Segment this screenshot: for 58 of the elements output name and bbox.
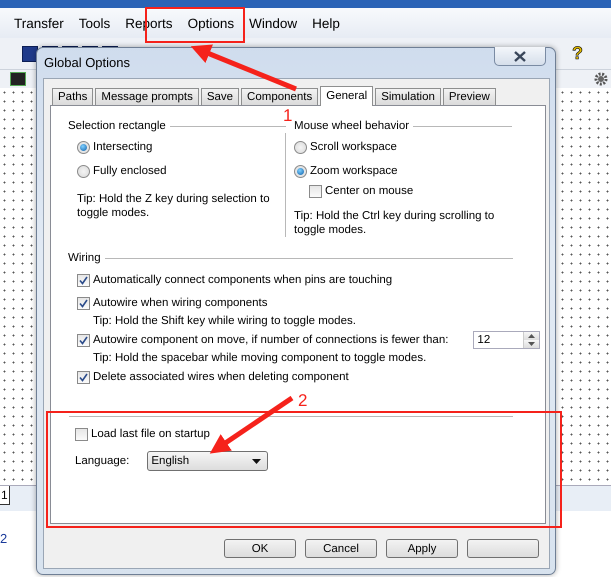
dialog-title: Global Options: [44, 55, 131, 70]
tab[interactable]: Message prompts: [95, 88, 199, 105]
checkbox[interactable]: [75, 428, 88, 440]
radio-label: Fully enclosed: [93, 165, 167, 177]
tab[interactable]: Components: [241, 88, 318, 105]
group-title: Mouse wheel behavior: [294, 120, 410, 132]
close-button[interactable]: [494, 47, 546, 66]
spin-down-icon[interactable]: [524, 340, 540, 348]
tab[interactable]: Preview: [442, 88, 496, 105]
checkbox[interactable]: [309, 184, 322, 198]
tip-text: Tip: Hold the spacebar while moving component to toggle modes.: [92, 351, 428, 365]
gear-icon[interactable]: [594, 72, 608, 86]
caret-icon: [252, 458, 262, 464]
number-spinner[interactable]: 12: [473, 331, 540, 349]
checkbox-label: Autowire component on move, if number of connections is fewer than:: [93, 334, 448, 346]
dialog-button[interactable]: Apply: [386, 539, 458, 558]
radio-button[interactable]: [294, 164, 307, 178]
radio-button[interactable]: [77, 140, 90, 154]
tip-text: Tip: Hold the Shift key while wiring to toggle modes.: [92, 314, 357, 328]
dialog-button[interactable]: [467, 539, 539, 558]
spin-up-icon[interactable]: [524, 332, 540, 340]
group-title: Selection rectangle: [68, 120, 166, 132]
checkbox-label: Autowire when wiring components: [93, 297, 268, 309]
tip-text: Tip: Hold the Z key during selection to toggle modes.: [77, 192, 271, 220]
checkbox-label: Center on mouse: [325, 185, 414, 197]
checkbox[interactable]: [77, 370, 90, 384]
radio-label: Scroll workspace: [310, 141, 397, 153]
dialog-button[interactable]: Cancel: [305, 539, 377, 558]
checkbox-label: Automatically connect components when pins are touching: [93, 274, 392, 286]
tab[interactable]: General: [320, 86, 374, 106]
tip-text: Tip: Hold the Ctrl key during scrolling to toggle modes.: [294, 209, 496, 237]
toolbar-icon[interactable]: [22, 46, 38, 62]
radio-label: Intersecting: [93, 141, 152, 153]
language-dropdown[interactable]: English: [147, 451, 268, 471]
tab[interactable]: Simulation: [375, 88, 441, 105]
menu-item[interactable]: Tools: [78, 14, 110, 32]
checkbox[interactable]: [77, 334, 90, 346]
list-text: 2: [0, 531, 8, 546]
menu-item[interactable]: Options: [188, 14, 234, 32]
dialog-button[interactable]: OK: [224, 539, 296, 558]
menu-item[interactable]: Window: [249, 14, 298, 32]
menu-item[interactable]: Help: [312, 14, 340, 32]
close-icon: [513, 50, 527, 62]
radio-button[interactable]: [294, 140, 307, 154]
group-title: Wiring: [68, 252, 101, 264]
annotation-number: 2: [298, 391, 308, 410]
radio-button[interactable]: [77, 164, 90, 178]
tab[interactable]: Save: [200, 88, 240, 105]
checkbox-label: Delete associated wires when deleting component: [93, 371, 349, 383]
checkbox[interactable]: [77, 274, 90, 286]
checkbox[interactable]: [77, 296, 90, 310]
field-label: Language:: [75, 455, 130, 467]
sheet-tab[interactable]: 1: [0, 486, 10, 505]
tab[interactable]: Paths: [52, 88, 94, 105]
annotation-number: 1: [283, 106, 292, 125]
menu-item[interactable]: Transfer: [14, 14, 64, 32]
checkbox-label: Load last file on startup: [91, 428, 210, 440]
radio-label: Zoom workspace: [310, 165, 398, 177]
